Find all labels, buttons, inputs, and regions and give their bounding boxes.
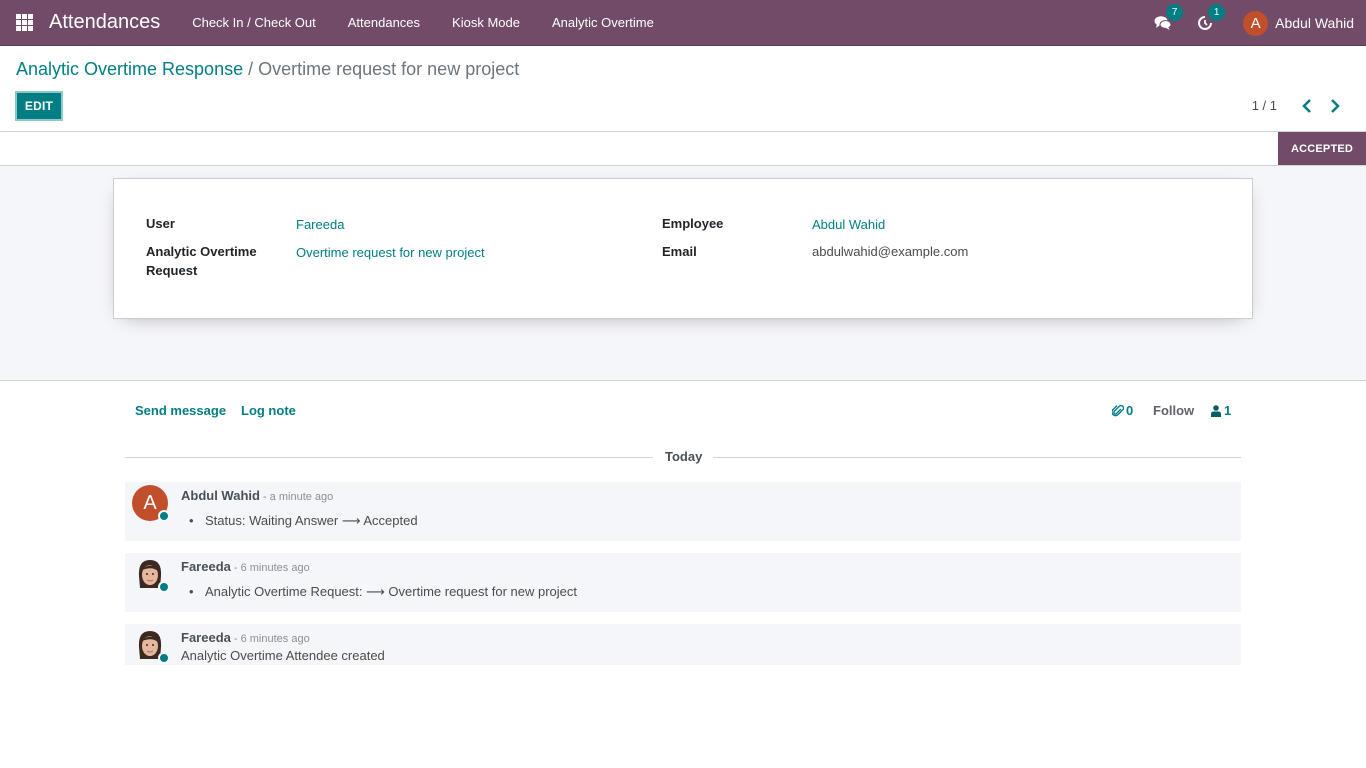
user-label: User <box>146 216 175 231</box>
chatter-message: Fareeda- 6 minutes ago Analytic Overtime… <box>125 624 1241 665</box>
tracking-new-value: Accepted <box>363 513 418 528</box>
author-avatar[interactable] <box>132 556 170 593</box>
breadcrumb-parent-link[interactable]: Analytic Overtime Response <box>16 59 243 79</box>
user-menu[interactable]: A Abdul Wahid <box>1243 10 1354 36</box>
tracking-old-value: Waiting Answer <box>249 513 339 528</box>
followers-button[interactable]: 1 <box>1211 403 1231 418</box>
message-body: Analytic Overtime Attendee created <box>181 648 385 663</box>
message-date: - 6 minutes ago <box>233 633 310 645</box>
pager-value[interactable]: 1 / 1 <box>1252 98 1277 113</box>
send-message-button[interactable]: Send message <box>135 403 226 418</box>
app-menu-grid-icon[interactable] <box>16 14 33 31</box>
arrow-right-icon: ⟶ <box>366 584 385 599</box>
tracking-value: Analytic Overtime Request: ⟶ Overtime re… <box>189 584 577 600</box>
message-date: - 6 minutes ago <box>233 562 310 574</box>
breadcrumb-separator: / <box>243 59 259 79</box>
message-date: - a minute ago <box>262 491 334 503</box>
pager-previous-button[interactable] <box>1299 96 1315 116</box>
pager-next-button[interactable] <box>1327 96 1343 116</box>
menu-analytic-overtime[interactable]: Analytic Overtime <box>536 0 670 46</box>
date-separator-label: Today <box>665 449 703 464</box>
activities-count-badge: 1 <box>1208 4 1226 21</box>
messaging-menu[interactable]: 7 <box>1153 4 1184 33</box>
messages-count-badge: 7 <box>1166 4 1184 21</box>
chatter-message: A Abdul Wahid- a minute ago Status: Wait… <box>125 482 1241 541</box>
email-field: abdulwahid@example.com <box>812 244 969 259</box>
message-author[interactable]: Fareeda - 6 minutes ago <box>181 630 310 645</box>
edit-button[interactable]: EDIT <box>15 91 63 121</box>
analytic-overtime-request-label: Analytic Overtime Request <box>146 244 257 278</box>
breadcrumb-current: Overtime request for new project <box>258 59 520 79</box>
author-name: Fareeda <box>181 559 231 574</box>
chevron-right-icon <box>1331 99 1340 113</box>
top-navbar: Attendances Check In / Check Out Attenda… <box>0 0 1366 46</box>
status-accepted[interactable]: ACCEPTED <box>1278 132 1366 165</box>
tracking-new-value: Overtime request for new project <box>388 584 577 599</box>
chevron-left-icon <box>1302 99 1311 113</box>
arrow-right-icon: ⟶ <box>341 513 361 528</box>
message-author[interactable]: Fareeda - 6 minutes ago <box>181 559 310 574</box>
menu-check-in-check-out[interactable]: Check In / Check Out <box>176 0 332 46</box>
employee-field[interactable]: Abdul Wahid <box>812 215 885 234</box>
attachments-count: 0 <box>1126 403 1134 418</box>
chatter-message: Fareeda- 6 minutes ago Analytic Overtime… <box>125 553 1241 612</box>
online-status-icon <box>158 581 170 593</box>
online-status-icon <box>158 510 170 522</box>
user-avatar: A <box>1243 10 1269 36</box>
menu-attendances[interactable]: Attendances <box>332 0 436 46</box>
user-field[interactable]: Fareeda <box>296 215 344 234</box>
form-sheet: User Fareeda Analytic Overtime Request O… <box>113 178 1253 319</box>
message-author[interactable]: Abdul Wahid - a minute ago <box>181 488 333 503</box>
log-note-button[interactable]: Log note <box>241 403 296 418</box>
employee-label: Employee <box>662 216 724 231</box>
tracking-field: Status: <box>205 513 246 528</box>
paperclip-icon <box>1112 404 1124 417</box>
follow-button[interactable]: Follow <box>1153 403 1194 418</box>
author-avatar[interactable] <box>132 627 170 664</box>
menu-kiosk-mode[interactable]: Kiosk Mode <box>436 0 536 46</box>
analytic-overtime-request-field[interactable]: Overtime request for new project <box>296 243 485 262</box>
activity-menu[interactable]: 1 <box>1195 4 1226 33</box>
tracking-value: Status: Waiting Answer ⟶ Accepted <box>189 513 418 529</box>
author-name: Abdul Wahid <box>181 488 260 503</box>
breadcrumb: Analytic Overtime Response / Overtime re… <box>16 59 519 80</box>
app-name[interactable]: Attendances <box>49 11 160 34</box>
date-separator: Today <box>125 449 1241 467</box>
user-icon <box>1211 404 1221 417</box>
email-label: Email <box>662 244 697 259</box>
user-name: Abdul Wahid <box>1275 15 1354 31</box>
author-name: Fareeda <box>181 630 231 645</box>
online-status-icon <box>158 652 170 664</box>
tracking-field: Analytic Overtime Request: <box>205 584 363 599</box>
separator-line-right <box>713 457 1241 458</box>
status-bar: ACCEPTED <box>0 131 1366 166</box>
followers-count: 1 <box>1224 403 1232 418</box>
author-avatar[interactable]: A <box>132 485 170 522</box>
attachments-button[interactable]: 0 <box>1112 403 1133 418</box>
separator-line-left <box>125 457 653 458</box>
